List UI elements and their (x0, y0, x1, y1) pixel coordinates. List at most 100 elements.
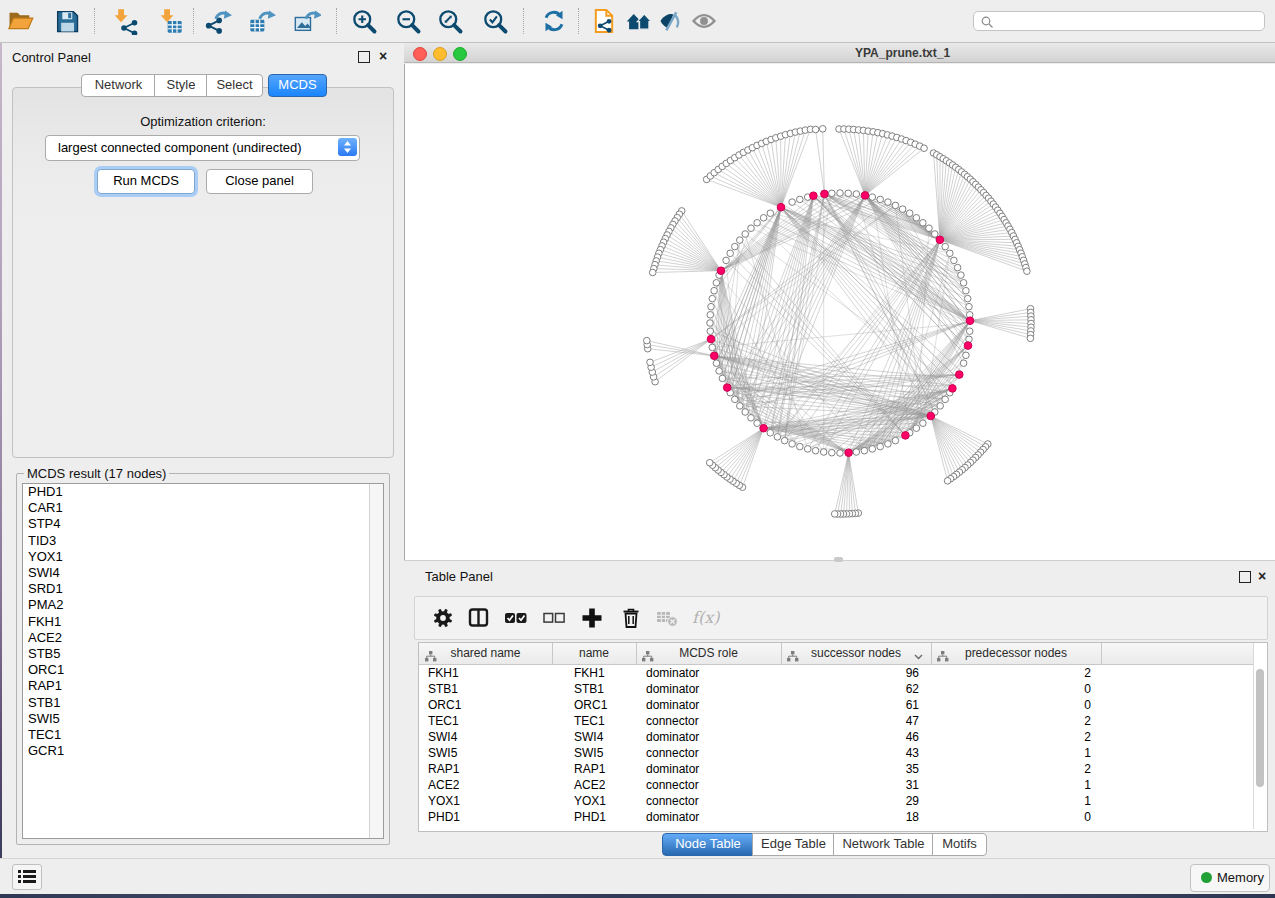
criterion-dropdown-stepper[interactable] (338, 138, 357, 156)
hide-graphics-icon[interactable] (657, 7, 685, 35)
table-panel-float-icon[interactable] (1239, 571, 1251, 583)
cell: 2 (1011, 713, 1091, 729)
export-network-icon[interactable] (204, 7, 232, 35)
select-all-icon[interactable] (504, 606, 528, 630)
refresh-icon[interactable] (540, 7, 568, 35)
tab-style[interactable]: Style (154, 74, 208, 97)
settings-icon[interactable] (431, 606, 455, 630)
function-icon[interactable]: f(x) (691, 606, 725, 630)
cell: SWI5 (574, 745, 603, 761)
cell: 2 (1011, 665, 1091, 681)
node-table[interactable]: shared namenameMCDS rolesuccessor nodesp… (418, 642, 1268, 832)
tab-motifs[interactable]: Motifs (932, 833, 987, 856)
window-zoom-light[interactable] (453, 47, 467, 61)
result-node: STP4 (23, 516, 383, 532)
export-table-icon[interactable] (248, 7, 276, 35)
table-scrollbar[interactable] (1253, 643, 1267, 829)
tab-network[interactable]: Network (81, 74, 156, 97)
column-label: name (552, 646, 636, 660)
network-canvas[interactable] (404, 64, 1275, 560)
tab-edge-table[interactable]: Edge Table (752, 833, 835, 856)
column-header-name[interactable]: name (552, 643, 637, 664)
run-mcds-button[interactable]: Run MCDS (97, 169, 195, 194)
mcds-result-scrollbar[interactable] (369, 484, 383, 838)
cell: STB1 (574, 681, 604, 697)
export-image-icon[interactable] (293, 7, 321, 35)
cell: 2 (1011, 729, 1091, 745)
zoom-out-icon[interactable] (394, 7, 422, 35)
close-panel-button[interactable]: Close panel (206, 169, 313, 194)
table-panel-close-icon[interactable]: × (1258, 571, 1269, 582)
home-icon[interactable] (625, 7, 653, 35)
result-node: PHD1 (23, 484, 383, 500)
cell: dominator (646, 809, 699, 825)
save-icon[interactable] (53, 7, 81, 35)
result-node: SWI4 (23, 565, 383, 581)
tab-node-table[interactable]: Node Table (662, 833, 754, 856)
toolbar-separator (578, 8, 579, 34)
criterion-dropdown[interactable]: largest connected component (undirected) (45, 135, 360, 161)
zoom-in-icon[interactable] (350, 7, 378, 35)
result-node: TID3 (23, 533, 383, 549)
show-panels-button[interactable] (12, 864, 42, 890)
cell: PHD1 (574, 809, 606, 825)
result-node: STB1 (23, 695, 383, 711)
split-view-icon[interactable] (467, 606, 491, 630)
tab-mcds[interactable]: MCDS (268, 74, 327, 97)
cell: SWI5 (428, 745, 457, 761)
tab-select[interactable]: Select (206, 74, 263, 97)
search-input[interactable] (998, 13, 1262, 31)
zoom-fit-icon[interactable] (436, 7, 464, 35)
cell: TEC1 (428, 713, 459, 729)
delete-table-icon[interactable] (655, 606, 679, 630)
share-document-icon[interactable] (590, 7, 618, 35)
search-box[interactable] (973, 11, 1265, 31)
cell: 29 (839, 793, 919, 809)
cell: connector (646, 745, 699, 761)
cell: 0 (1011, 809, 1091, 825)
node-table-header: shared namenameMCDS rolesuccessor nodesp… (419, 643, 1265, 665)
column-header-shared-name[interactable]: shared name (419, 643, 553, 664)
cell: 2 (1011, 761, 1091, 777)
cell: 31 (839, 777, 919, 793)
cell: 96 (839, 665, 919, 681)
network-window-titlebar: YPA_prune.txt_1 (404, 43, 1275, 63)
cell: connector (646, 793, 699, 809)
cell: dominator (646, 761, 699, 777)
column-header-predecessor-nodes[interactable]: predecessor nodes (931, 643, 1102, 664)
window-minimize-light[interactable] (433, 47, 447, 61)
table-toolbar: f(x) (414, 596, 1268, 640)
list-icon (18, 869, 36, 885)
control-panel-close-icon[interactable]: × (379, 51, 390, 62)
toolbar-separator (94, 8, 95, 34)
add-row-icon[interactable] (580, 606, 604, 630)
criterion-dropdown-value: largest connected component (undirected) (58, 140, 302, 155)
sort-chevron-icon (914, 647, 923, 665)
cell: connector (646, 713, 699, 729)
cell: TEC1 (574, 713, 605, 729)
toolbar-separator (193, 8, 194, 34)
optimization-criterion-label: Optimization criterion: (13, 114, 393, 129)
column-header-MCDS-role[interactable]: MCDS role (636, 643, 782, 664)
open-icon[interactable] (6, 7, 34, 35)
control-panel-float-icon[interactable] (358, 51, 370, 63)
splitter-grip[interactable] (834, 557, 843, 562)
import-network-icon[interactable] (110, 7, 138, 35)
mcds-result-list[interactable]: PHD1CAR1STP4TID3YOX1SWI4SRD1PMA2FKH1ACE2… (22, 483, 384, 839)
column-label: successor nodes (781, 646, 931, 660)
tab-network-table[interactable]: Network Table (833, 833, 934, 856)
import-table-icon[interactable] (156, 7, 184, 35)
cell: dominator (646, 697, 699, 713)
result-node: YOX1 (23, 549, 383, 565)
cell: 47 (839, 713, 919, 729)
zoom-selected-icon[interactable] (481, 7, 509, 35)
column-header-successor-nodes[interactable]: successor nodes (781, 643, 932, 664)
deselect-all-icon[interactable] (542, 606, 566, 630)
window-close-light[interactable] (413, 47, 427, 61)
search-icon (981, 16, 994, 29)
memory-button[interactable]: Memory (1190, 864, 1270, 892)
delete-row-icon[interactable] (619, 606, 643, 630)
table-scrollbar-thumb[interactable] (1256, 669, 1264, 787)
show-graphics-icon[interactable] (690, 7, 718, 35)
result-node: STB5 (23, 646, 383, 662)
